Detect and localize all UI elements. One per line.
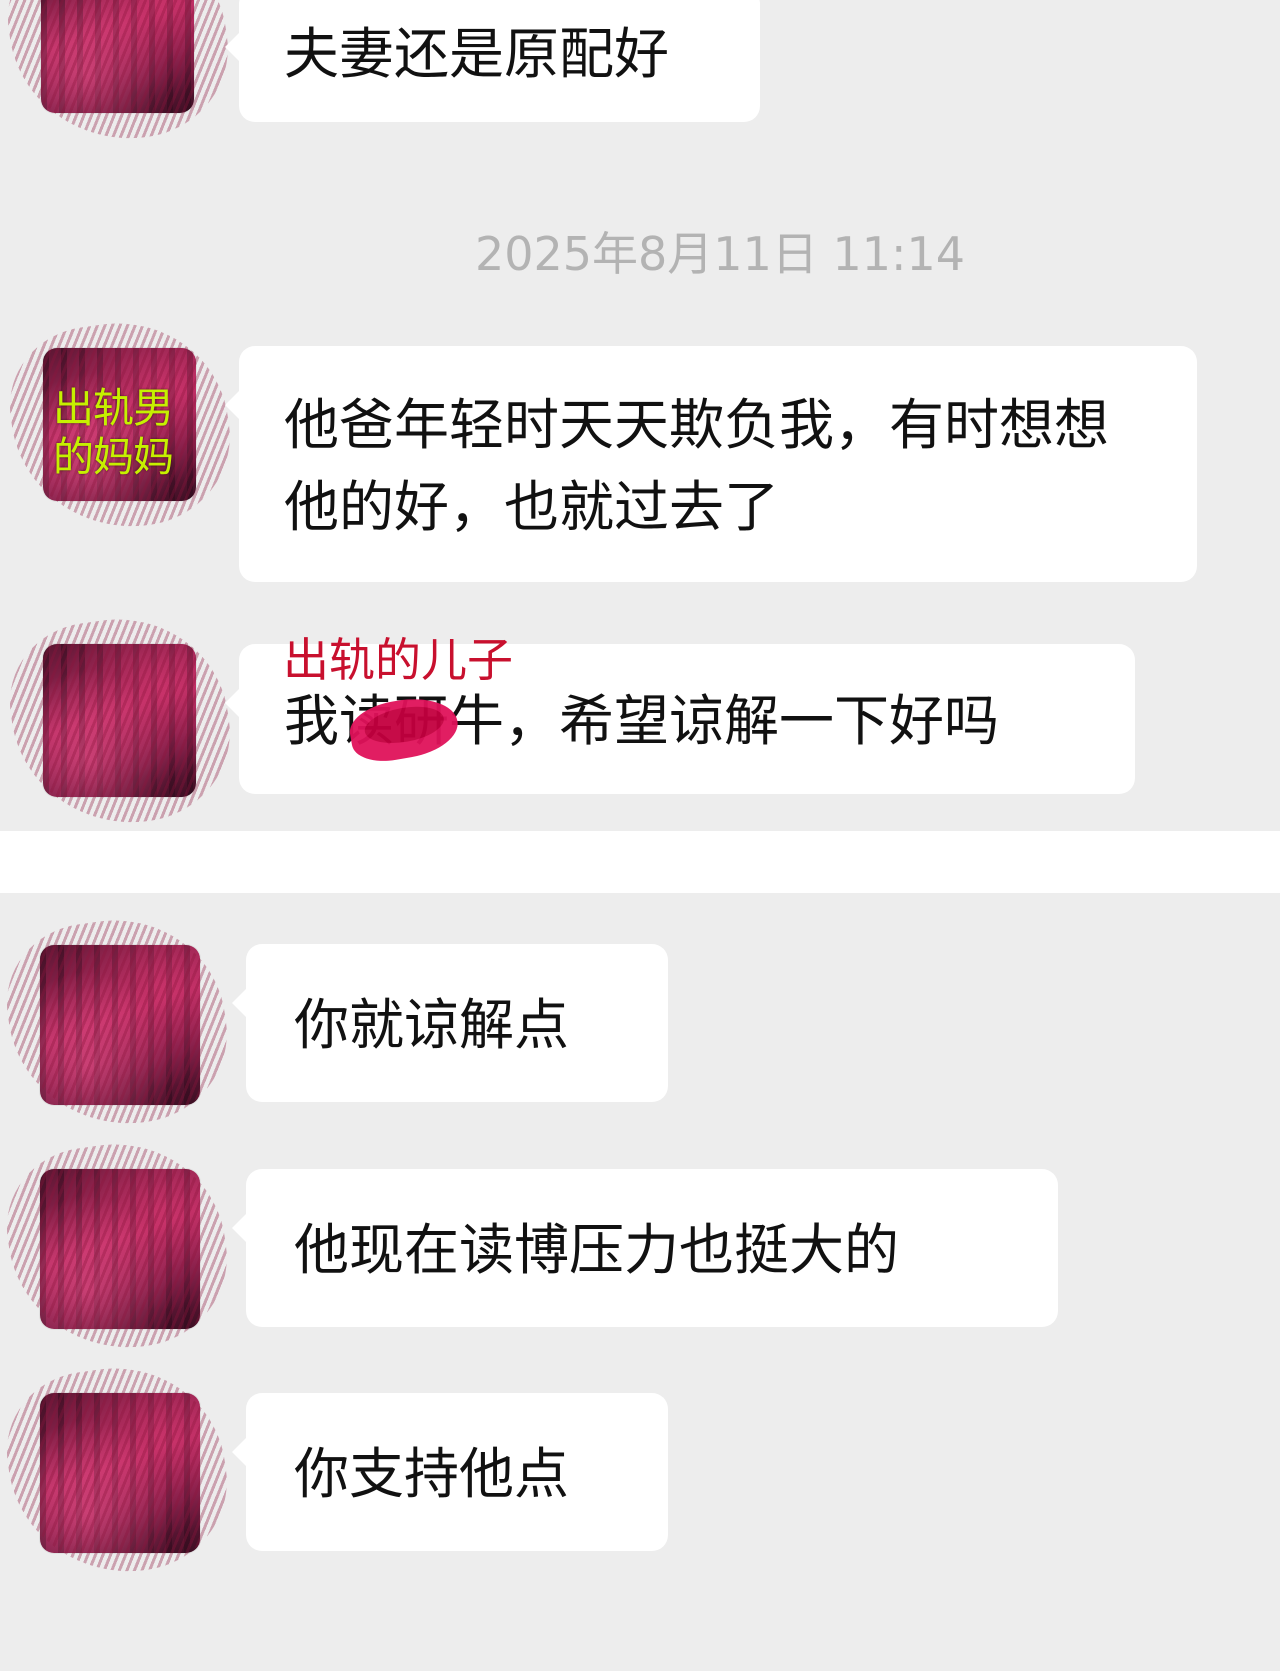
avatar[interactable] [0,0,240,154]
scribble-overlay [0,605,242,831]
timestamp: 2025年8月11日 11:14 [474,227,966,281]
scribble-overlay [0,1354,239,1587]
message-bubble[interactable]: 他爸年轻时天天欺负我，有时想想他的好，也就过去了 [225,346,1197,582]
message-bubble[interactable]: 他现在读博压力也挺大的 [232,1169,1058,1327]
avatar[interactable] [0,906,239,1139]
message-text: 他现在读博压力也挺大的 [294,1218,900,1282]
message-text: 夫妻还是原配好 [284,22,670,86]
message-text: 你支持他点 [294,1442,570,1506]
avatar-overlay-line1: 出轨男 [53,384,174,432]
scribble-overlay [0,0,240,154]
message-bubble[interactable]: 你就谅解点 [232,944,668,1102]
avatar-overlay-label: 出轨男 的妈妈 [53,384,193,482]
scribble-overlay [0,906,239,1139]
scribble-overlay [0,1130,239,1363]
avatar[interactable] [0,1130,239,1363]
avatar[interactable] [0,1354,239,1587]
message-bubble[interactable]: 你支持他点 [232,1393,668,1551]
chat-panel-bottom: 你就谅解点 他现在读博压力也挺大的 你支持他点 [0,893,1280,1671]
message-bubble[interactable]: 夫妻还是原配好 [225,0,760,122]
chat-panel-top: 夫妻还是原配好 2025年8月11日 11:14 出轨男 的妈妈 他爸年轻时天天… [0,0,1280,831]
avatar-overlay-line2: 的妈妈 [53,433,174,481]
message-text: 你就谅解点 [294,993,570,1057]
avatar[interactable] [0,605,242,831]
avatar[interactable]: 出轨男 的妈妈 [0,309,242,542]
annotation-label: 出轨的儿子 [283,633,513,687]
message-text: 他爸年轻时天天欺负我，有时想想他的好，也就过去了 [284,393,1110,539]
